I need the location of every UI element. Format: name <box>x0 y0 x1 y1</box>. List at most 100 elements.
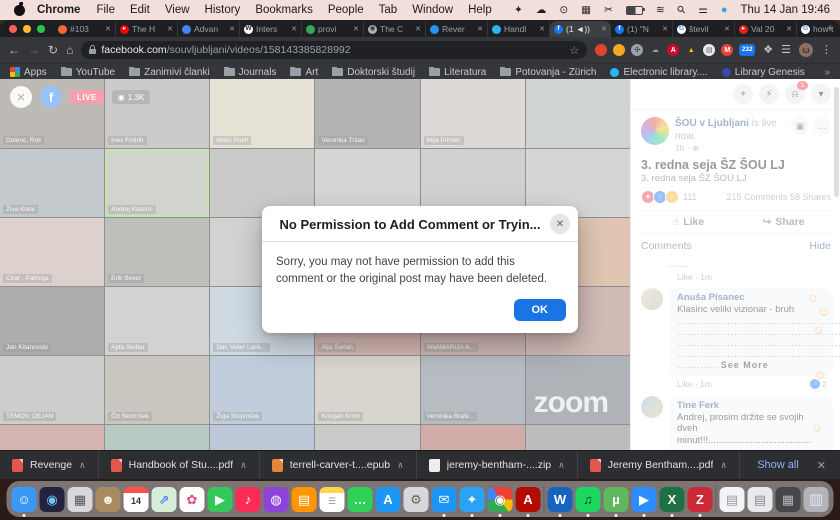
menu-item[interactable]: Window <box>412 4 453 16</box>
zoom[interactable]: ▶ <box>631 486 657 517</box>
chrome[interactable]: ◉ <box>487 486 513 517</box>
messages[interactable]: … <box>347 486 373 512</box>
bookmark-item[interactable]: Potovanja - Zürich <box>500 66 596 78</box>
browser-tab[interactable]: Handl ✕ <box>488 21 550 37</box>
window-preview-dark[interactable]: ▦ <box>775 486 801 512</box>
bookmark-item[interactable]: Apps <box>10 67 47 78</box>
music[interactable]: ♪ <box>235 486 261 512</box>
wifi-icon[interactable]: ≋ <box>656 5 665 16</box>
browser-tab[interactable]: G števil ✕ <box>673 21 735 37</box>
browser-tab[interactable]: provi ✕ <box>302 21 364 37</box>
minimize-window-button[interactable] <box>23 25 31 33</box>
word[interactable]: W <box>547 486 573 517</box>
excel[interactable]: X <box>659 486 685 517</box>
bookmark-item[interactable]: Art <box>290 66 318 78</box>
browser-tab[interactable]: ▸ Val 20 ✕ <box>735 21 797 37</box>
browser-tab[interactable]: ◉ The C ✕ <box>364 21 426 37</box>
bookmarks-overflow-icon[interactable]: » <box>824 67 830 78</box>
utorrent[interactable]: µ <box>603 486 629 517</box>
address-bar[interactable]: facebook.com/souvljubljani/videos/158143… <box>81 41 588 59</box>
menu-bar-clock[interactable]: Thu 14 Jan 19:46 <box>740 4 830 16</box>
chrome-menu-icon[interactable]: ⋮ <box>821 44 832 56</box>
photos[interactable]: ✿ <box>179 486 205 512</box>
bookmark-item[interactable]: Journals <box>223 66 276 78</box>
extensions-puzzle-icon[interactable]: ❖ <box>763 44 773 56</box>
finder[interactable]: ☺ <box>11 486 37 517</box>
download-item[interactable]: terrell-carver-t....epub ∧ <box>260 451 417 479</box>
tab-close-icon[interactable]: ✕ <box>105 25 111 33</box>
extension-drive[interactable]: ▲ <box>685 44 697 56</box>
profile-avatar[interactable]: ω <box>799 43 813 57</box>
browser-tab[interactable]: Advan ✕ <box>178 21 240 37</box>
books[interactable]: ▤ <box>291 486 317 512</box>
menu-item[interactable]: Edit <box>130 4 150 16</box>
bookmark-item[interactable]: Electronic library.... <box>610 67 708 78</box>
browser-tab[interactable]: W Inters ✕ <box>240 21 302 37</box>
download-chevron-icon[interactable]: ∧ <box>79 460 86 471</box>
input-source-icon[interactable]: ▦ <box>581 5 591 16</box>
download-item[interactable]: jeremy-bentham-....zip ∧ <box>417 451 578 479</box>
menu-item[interactable]: People <box>328 4 364 16</box>
battery-icon[interactable] <box>625 5 645 15</box>
browser-tab[interactable]: Rever ✕ <box>426 21 488 37</box>
tab-close-icon[interactable]: ✕ <box>662 25 668 33</box>
password-manager-icon[interactable]: ✦ <box>514 5 523 16</box>
downloads-bar-close-icon[interactable]: ✕ <box>817 459 826 472</box>
siri[interactable]: ◉ <box>39 486 65 512</box>
document-stack[interactable]: ▤ <box>719 486 745 512</box>
tab-close-icon[interactable]: ✕ <box>291 25 297 33</box>
extension-cloud[interactable]: ☁ <box>649 44 661 56</box>
media-controls-icon[interactable]: ☰ <box>781 44 791 56</box>
facetime[interactable]: ▶ <box>207 486 233 512</box>
extension-docs[interactable]: ▤ <box>703 44 716 56</box>
menu-item[interactable]: File <box>96 4 115 16</box>
download-item[interactable]: Jeremy Bentham....pdf ∧ <box>578 451 740 479</box>
forward-button[interactable]: → <box>28 44 40 56</box>
extension-mail[interactable]: M <box>721 44 734 56</box>
secure-lock-icon[interactable] <box>89 44 97 54</box>
browser-tab[interactable]: f (1) "N ✕ <box>611 21 673 37</box>
app-store[interactable]: A <box>375 486 401 512</box>
extension-adblock[interactable]: A <box>667 44 680 56</box>
tab-close-icon[interactable]: ✕ <box>415 25 421 33</box>
bookmark-item[interactable]: YouTube <box>60 66 115 78</box>
extension-tab-counter[interactable]: 232 <box>739 44 756 56</box>
zotero[interactable]: Z <box>687 486 713 517</box>
bookmark-item[interactable]: Zanimivi članki <box>129 66 210 78</box>
tab-close-icon[interactable]: ✕ <box>477 25 483 33</box>
bookmark-item[interactable]: Doktorski študij <box>332 66 415 78</box>
extension-key[interactable] <box>613 44 626 56</box>
active-app-name[interactable]: Chrome <box>37 4 80 16</box>
close-window-button[interactable] <box>9 25 17 33</box>
system-preferences[interactable]: ⚙ <box>403 486 429 512</box>
tab-close-icon[interactable]: ✕ <box>724 25 730 33</box>
menu-item[interactable]: View <box>165 4 190 16</box>
back-button[interactable]: ← <box>8 44 20 56</box>
zoom-window-button[interactable] <box>37 25 45 33</box>
extension-password[interactable] <box>595 44 608 56</box>
tab-close-icon[interactable]: ✕ <box>353 25 359 33</box>
download-chevron-icon[interactable]: ∧ <box>720 460 727 471</box>
tab-close-icon[interactable]: ✕ <box>539 25 545 33</box>
browser-tab[interactable]: #103 ✕ <box>54 21 116 37</box>
spotlight-icon[interactable]: ⚲ <box>674 3 688 17</box>
siri-icon[interactable]: ● <box>721 4 728 16</box>
dock-separator[interactable] <box>715 486 717 512</box>
safari[interactable]: ✦ <box>459 486 485 517</box>
download-item[interactable]: Revenge ∧ <box>0 451 99 479</box>
maps[interactable]: ⇗ <box>151 486 177 512</box>
mail[interactable]: ✉ <box>431 486 457 517</box>
contacts[interactable]: ☻ <box>95 486 121 512</box>
show-all-downloads-button[interactable]: Show all <box>757 459 799 471</box>
window-preview-light[interactable]: ▤ <box>747 486 773 512</box>
download-chevron-icon[interactable]: ∧ <box>397 460 404 471</box>
podcasts[interactable]: ◍ <box>263 486 289 512</box>
tab-close-icon[interactable]: ✕ <box>167 25 173 33</box>
bookmark-item[interactable]: Literatura <box>429 66 486 78</box>
utility-icon[interactable]: ✂ <box>604 5 613 16</box>
ok-button[interactable]: OK <box>513 299 566 322</box>
extension-sync[interactable]: ✣ <box>631 44 644 56</box>
reload-button[interactable]: ↻ <box>48 44 58 56</box>
dock-separator[interactable] <box>543 486 545 512</box>
download-chevron-icon[interactable]: ∧ <box>240 460 247 471</box>
